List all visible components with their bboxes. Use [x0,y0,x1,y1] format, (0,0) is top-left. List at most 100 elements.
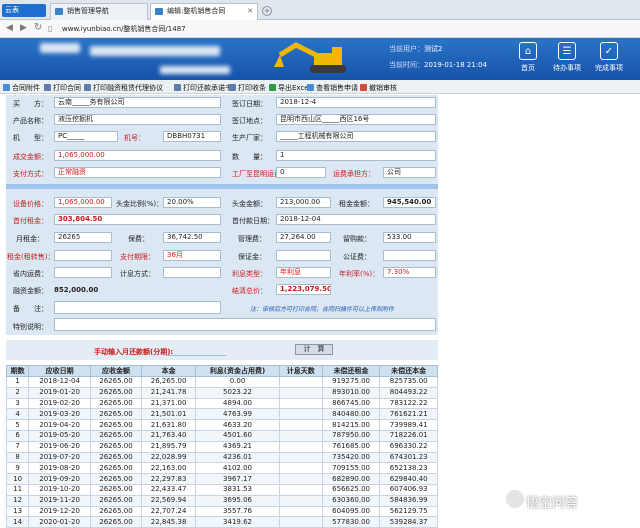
amount-field[interactable]: 1,065,000.00 [54,150,221,161]
sign-date-field[interactable]: 2018-12-4 [276,97,436,108]
freight-bear-label: 运费承担方： [333,170,375,178]
price-field[interactable]: 1,065,000.00 [54,197,112,208]
freight-field[interactable]: 0 [276,167,326,178]
table-row[interactable]: 6 2019-05-20 26265.00 21,763.40 4501.60 78795… [5,429,438,442]
table-row[interactable]: 4 2019-03-20 26265.00 21,501.01 4763.99 84048… [5,408,438,421]
first-rent-field[interactable]: 303,804.50 [54,214,221,225]
tab-edit-contract[interactable]: 编辑:整机销售合同 ✕ [150,3,258,21]
rent-total-field[interactable]: 945,540.00 [383,197,436,208]
table-cell: 3967.17 [195,473,280,485]
table-cell: 10 [5,473,30,485]
table-cell: 814215.00 [321,419,381,431]
new-tab-icon[interactable]: + [262,6,272,16]
table-cell: 709155.00 [321,462,381,475]
toolbar-export-excel[interactable]: 导出Excel [269,83,311,93]
table-row[interactable]: 12 2019-11-20 26265.00 22,569.94 3695.06 6303… [5,494,438,507]
table-row[interactable]: 10 2019-09-20 26265.00 22,297.83 3967.17 6828… [5,473,438,485]
table-row[interactable]: 8 2019-07-20 26265.00 22,028.99 4236.01 73542… [5,451,438,464]
table-cell: 26265.00 [89,505,142,518]
done-button[interactable]: ✓ 完成事项 [590,42,628,73]
dp-field[interactable]: 213,000.00 [276,197,331,208]
toolbar-print-agreement[interactable]: 打印融资租赁代理协议 [84,83,163,93]
qty-field[interactable]: 1 [276,150,436,161]
tab-sales-nav[interactable]: 销售管理导航 [50,3,148,20]
table-cell: 2019-11-20 [28,494,91,507]
buyer-field[interactable]: 云南_____务有限公司 [54,97,221,108]
todo-button[interactable]: ☰ 待办事项 [548,42,586,73]
dp-ratio-field[interactable]: 20.00% [163,197,221,208]
pay-field[interactable]: 正常融资 [54,167,221,178]
url-field[interactable]: www.iyunbiao.cn/整机销售合同/1487 [62,24,186,34]
table-cell: 825735.00 [379,376,438,388]
sign-place-label: 签订地点： [232,117,267,125]
table-cell: 2018-12-04 [28,376,91,388]
table-row[interactable]: 3 2019-02-20 26265.00 21,371.00 4894.00 86674… [5,397,438,410]
table-cell: 2019-01-20 [28,386,91,399]
monthly-field[interactable]: 26265 [54,232,112,243]
table-row[interactable]: 5 2019-04-20 26265.00 21,631.80 4633.20 81421… [5,419,438,431]
prepay-field[interactable] [54,250,112,261]
table-row[interactable]: 13 2019-12-20 26265.00 22,707.24 3557.76 6040… [5,505,438,518]
table-cell: 783122.22 [379,397,438,410]
calculate-button[interactable]: 计 算 [295,344,333,355]
product-field[interactable]: 液压挖掘机 [54,114,221,125]
calc-field[interactable] [163,267,221,278]
table-row[interactable]: 2 2019-01-20 26265.00 21,241.78 5023.22 89301… [5,386,438,399]
total-field[interactable]: 1,223,079.50 [276,284,331,295]
refresh-icon[interactable]: ↻ [34,22,42,33]
close-icon[interactable]: ✕ [247,4,253,19]
table-row[interactable]: 11 2019-10-20 26265.00 22,433.47 3831.53 6566… [5,483,438,496]
local-freight-field[interactable] [54,267,112,278]
table-row[interactable]: 9 2019-08-20 26265.00 22,163.00 4102.00 70915… [5,462,438,475]
mgmt-field[interactable]: 27,264.00 [276,232,331,243]
print-icon [84,84,91,91]
prepay-label: 租金(租转售)： [7,253,55,261]
table-row[interactable]: 14 2020-01-20 26265.00 22,845.38 3419.62 5778… [5,516,438,528]
forward-icon[interactable]: ▶ [20,23,27,33]
toolbar-print-promise[interactable]: 打印还款承诺书 [174,83,232,93]
rate-type-label: 利息类型： [232,270,267,278]
table-cell: 22,707.24 [140,505,197,518]
home-button[interactable]: ⌂ 首页 [509,42,547,73]
toolbar-print-receipt[interactable]: 打印收条 [229,83,266,93]
toolbar-attachments[interactable]: 合同附件 [3,83,40,93]
freight-bear-field[interactable]: 公司 [383,167,436,178]
table-cell: 26265.00 [89,483,142,496]
special-field[interactable] [54,318,436,331]
sign-place-field[interactable]: 昆明市西山区_____西区16号 [276,114,436,125]
toolbar-print-contract[interactable]: 打印合同 [44,83,81,93]
table-cell: 26265.00 [89,376,142,388]
column-header: 计息天数 [278,365,323,377]
table-cell [278,483,323,496]
toolbar-revoke[interactable]: 撤销审核 [360,83,397,93]
toolbar-view-application[interactable]: 查看销售申请 [307,83,358,93]
maker-field[interactable]: _____工程机械有限公司 [276,131,436,142]
period-field[interactable]: 36月 [163,250,221,261]
remark-field[interactable] [54,301,221,314]
rate-type-field[interactable]: 年利息 [276,267,331,278]
buyout-field[interactable]: 533.00 [383,232,436,243]
rate-field[interactable]: 7.30% [383,267,436,278]
browser-brand[interactable]: 云表 [2,4,46,17]
table-row[interactable]: 1 2018-12-04 26265.00 26,265.00 0.00 919275.0… [5,376,438,388]
table-cell [278,440,323,453]
repay-input[interactable] [166,345,226,356]
table-cell: 9 [5,462,30,475]
deposit-field[interactable]: 36,742.50 [163,232,221,243]
table-cell: 761621.21 [379,408,438,421]
current-user: 当前用户：测试2 [389,45,443,53]
table-cell: 3831.53 [195,483,280,496]
model-field[interactable]: PC_____ [54,131,118,142]
home-icon: ⌂ [519,42,537,60]
notary-field[interactable] [383,250,436,261]
machine-no-field[interactable]: DBBH0731 [163,131,221,142]
table-cell: 2019-04-20 [28,419,91,431]
first-date-field[interactable]: 2018-12-04 [276,214,436,225]
table-row[interactable]: 7 2019-06-20 26265.00 21,895.79 4369.21 76168… [5,440,438,453]
guarantee-field[interactable] [276,250,331,261]
excel-icon [269,84,276,91]
repay-bar: 手动输入月还款额(分期): 计 算 [6,340,438,360]
table-cell: 22,433.47 [140,483,197,496]
table-cell: 21,241.78 [140,386,197,399]
back-icon[interactable]: ◀ [6,23,13,33]
